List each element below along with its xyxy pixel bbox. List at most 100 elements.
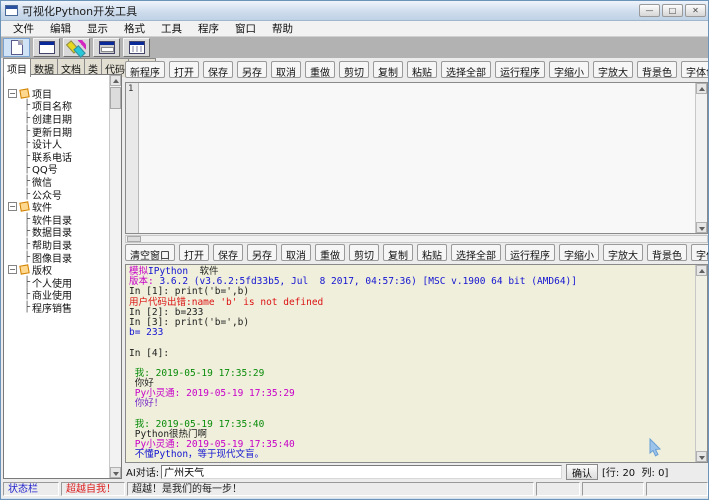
- menu-item-工具[interactable]: 工具: [153, 21, 190, 36]
- menu-item-显示[interactable]: 显示: [79, 21, 116, 36]
- collapse-icon[interactable]: −: [8, 265, 17, 274]
- main-toolbar: [1, 37, 709, 58]
- scroll-thumb[interactable]: [127, 236, 141, 242]
- console-toolbar-button-取消[interactable]: 取消: [281, 244, 311, 261]
- editor-hscrollbar[interactable]: [125, 235, 708, 243]
- console-toolbar-button-清空窗口[interactable]: 清空窗口: [125, 244, 175, 261]
- folder-icon: [19, 88, 29, 98]
- console-toolbar-button-字放大[interactable]: 字放大: [603, 244, 643, 261]
- console-toolbar-button-字缩小[interactable]: 字缩小: [559, 244, 599, 261]
- editor-toolbar-button-保存[interactable]: 保存: [203, 61, 233, 78]
- console-text-segment: 不懂Python，等于现代文盲。: [129, 449, 264, 460]
- console-panel[interactable]: 模拟IPython 软件版本: 3.6.2 (v3.6.2:5fd33b5, J…: [125, 264, 708, 463]
- project-tree: −项目├项目名称├创建日期├更新日期├设计人├联系电话├QQ号├微信├公众号−软…: [4, 75, 109, 478]
- status-cell: [582, 482, 644, 496]
- console-toolbar-button-剪切[interactable]: 剪切: [349, 244, 379, 261]
- editor-text-area[interactable]: [139, 83, 695, 233]
- console-window-icon: [99, 41, 115, 54]
- tree-branch-icon: ├: [24, 126, 30, 137]
- console-toolbar-button-保存[interactable]: 保存: [213, 244, 243, 261]
- folder-icon: [19, 201, 29, 211]
- editor-toolbar-button-打开[interactable]: 打开: [169, 61, 199, 78]
- toolbar-button-new-window-icon[interactable]: [33, 38, 60, 57]
- close-icon[interactable]: ✕: [685, 4, 706, 17]
- tree-leaf[interactable]: ├QQ号: [4, 163, 109, 176]
- maximize-icon[interactable]: □: [662, 4, 683, 17]
- console-toolbar-button-背景色[interactable]: 背景色: [647, 244, 687, 261]
- ai-dialog-bar: AI对话: 确认 [行: 20 列: 0]: [123, 463, 709, 480]
- tree-branch-icon: ├: [24, 100, 30, 111]
- editor-toolbar-button-新程序[interactable]: 新程序: [125, 61, 165, 78]
- console-toolbar-button-复制[interactable]: 复制: [383, 244, 413, 261]
- console-line: 用户代码出错:name 'b' is not defined: [129, 298, 695, 308]
- editor-toolbar-button-取消[interactable]: 取消: [271, 61, 301, 78]
- collapse-icon[interactable]: −: [8, 89, 17, 98]
- editor-toolbar-button-另存[interactable]: 另存: [237, 61, 267, 78]
- editor-toolbar-button-选择全部[interactable]: 选择全部: [441, 61, 491, 78]
- editor-toolbar-button-复制[interactable]: 复制: [373, 61, 403, 78]
- tree-leaf[interactable]: ├公众号: [4, 188, 109, 201]
- editor-toolbar-button-背景色[interactable]: 背景色: [637, 61, 677, 78]
- menu-item-文件[interactable]: 文件: [5, 21, 42, 36]
- console-toolbar-button-另存[interactable]: 另存: [247, 244, 277, 261]
- tree-leaf-label: 程序销售: [32, 300, 72, 315]
- console-toolbar-button-重做[interactable]: 重做: [315, 244, 345, 261]
- code-editor[interactable]: 1: [125, 82, 708, 234]
- ai-dialog-label: AI对话:: [126, 464, 159, 479]
- console-toolbar: 清空窗口打开保存另存取消重做剪切复制粘贴选择全部运行程序字缩小字放大背景色字体色: [125, 244, 709, 261]
- menu-item-帮助[interactable]: 帮助: [264, 21, 301, 36]
- editor-toolbar-button-字体色[interactable]: 字体色: [681, 61, 709, 78]
- editor-toolbar-button-剪切[interactable]: 剪切: [339, 61, 369, 78]
- tab-项目[interactable]: 项目: [3, 58, 31, 77]
- status-cell: 超越！是我们的每一步！: [127, 482, 534, 496]
- line-number: 1: [128, 84, 138, 94]
- tree-leaf[interactable]: ├图像目录: [4, 251, 109, 264]
- tree-branch-icon: ├: [24, 176, 30, 187]
- console-scrollbar[interactable]: [695, 265, 707, 462]
- editor-toolbar-button-粘贴[interactable]: 粘贴: [407, 61, 437, 78]
- scroll-down-icon[interactable]: [110, 467, 121, 478]
- console-toolbar-button-打开[interactable]: 打开: [179, 244, 209, 261]
- scroll-down-icon[interactable]: [696, 451, 707, 462]
- scroll-down-icon[interactable]: [696, 222, 707, 233]
- editor-toolbar-button-运行程序[interactable]: 运行程序: [495, 61, 545, 78]
- mouse-cursor-icon: [649, 438, 663, 457]
- status-cell: 超越自我！: [61, 482, 125, 496]
- confirm-button[interactable]: 确认: [566, 464, 598, 480]
- tree-branch-icon: ├: [24, 252, 30, 263]
- scroll-up-icon[interactable]: [110, 75, 121, 86]
- scroll-up-icon[interactable]: [696, 265, 707, 276]
- menu-item-格式[interactable]: 格式: [116, 21, 153, 36]
- scroll-up-icon[interactable]: [696, 83, 707, 94]
- app-window: 可视化Python开发工具 — □ ✕ 文件编辑显示格式工具程序窗口帮助 项目数…: [0, 0, 709, 500]
- minimize-icon[interactable]: —: [639, 4, 660, 17]
- console-toolbar-button-粘贴[interactable]: 粘贴: [417, 244, 447, 261]
- window-controls: — □ ✕: [639, 4, 706, 17]
- status-bar: 状态栏超越自我！超越！是我们的每一步！: [1, 480, 709, 498]
- tree-leaf[interactable]: ├程序销售: [4, 301, 109, 314]
- ai-chat-input[interactable]: [161, 465, 562, 479]
- menu-item-窗口[interactable]: 窗口: [227, 21, 264, 36]
- console-toolbar-button-运行程序[interactable]: 运行程序: [505, 244, 555, 261]
- collapse-icon[interactable]: −: [8, 202, 17, 211]
- toolbar-button-console-window-icon[interactable]: [93, 38, 120, 57]
- project-tree-panel: −项目├项目名称├创建日期├更新日期├设计人├联系电话├QQ号├微信├公众号−软…: [3, 74, 122, 479]
- editor-scrollbar[interactable]: [695, 83, 707, 233]
- console-line: Py小灵通: 2019-05-19 17:35:29: [129, 389, 695, 399]
- console-toolbar-button-选择全部[interactable]: 选择全部: [451, 244, 501, 261]
- menu-bar: 文件编辑显示格式工具程序窗口帮助: [1, 21, 709, 37]
- toolbar-button-grid-window-icon[interactable]: [123, 38, 150, 57]
- toolbar-button-new-file-icon[interactable]: [3, 38, 30, 57]
- menu-item-程序[interactable]: 程序: [190, 21, 227, 36]
- editor-toolbar-button-字缩小[interactable]: 字缩小: [549, 61, 589, 78]
- tree-scrollbar[interactable]: [109, 75, 121, 478]
- menu-item-编辑[interactable]: 编辑: [42, 21, 79, 36]
- console-text-segment: 你好！: [129, 398, 163, 409]
- new-window-icon: [39, 41, 55, 54]
- editor-toolbar-button-重做[interactable]: 重做: [305, 61, 335, 78]
- scroll-thumb[interactable]: [110, 87, 121, 109]
- editor-toolbar-button-字放大[interactable]: 字放大: [593, 61, 633, 78]
- console-toolbar-button-字体色[interactable]: 字体色: [691, 244, 709, 261]
- toolbar-button-format-colors-icon[interactable]: [63, 38, 90, 57]
- tree-branch-icon: ├: [24, 239, 30, 250]
